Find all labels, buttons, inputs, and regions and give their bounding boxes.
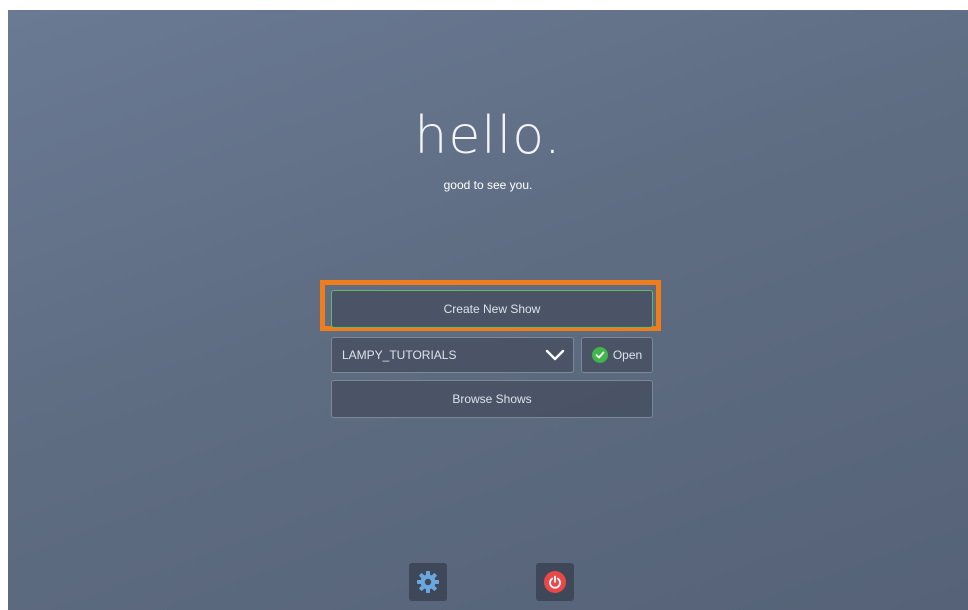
browse-shows-label: Browse Shows [452,392,532,406]
power-button[interactable] [536,563,574,601]
greeting-title: hello. [414,106,562,166]
gear-icon [417,571,439,593]
browse-shows-button[interactable]: Browse Shows [331,380,653,418]
settings-button[interactable] [409,563,447,601]
show-select-value: LAMPY_TUTORIALS [342,348,457,362]
chevron-down-icon [545,349,565,361]
create-new-show-label: Create New Show [443,302,541,316]
show-select-dropdown[interactable]: LAMPY_TUTORIALS [331,337,574,373]
greeting-subtitle: good to see you. [443,178,533,192]
open-button[interactable]: Open [581,337,653,373]
power-icon [544,571,566,593]
open-label: Open [612,348,643,362]
create-new-show-button[interactable]: Create New Show [331,290,653,328]
welcome-screen: hello. good to see you. Create New Show … [8,10,968,610]
check-circle-icon [591,347,608,363]
